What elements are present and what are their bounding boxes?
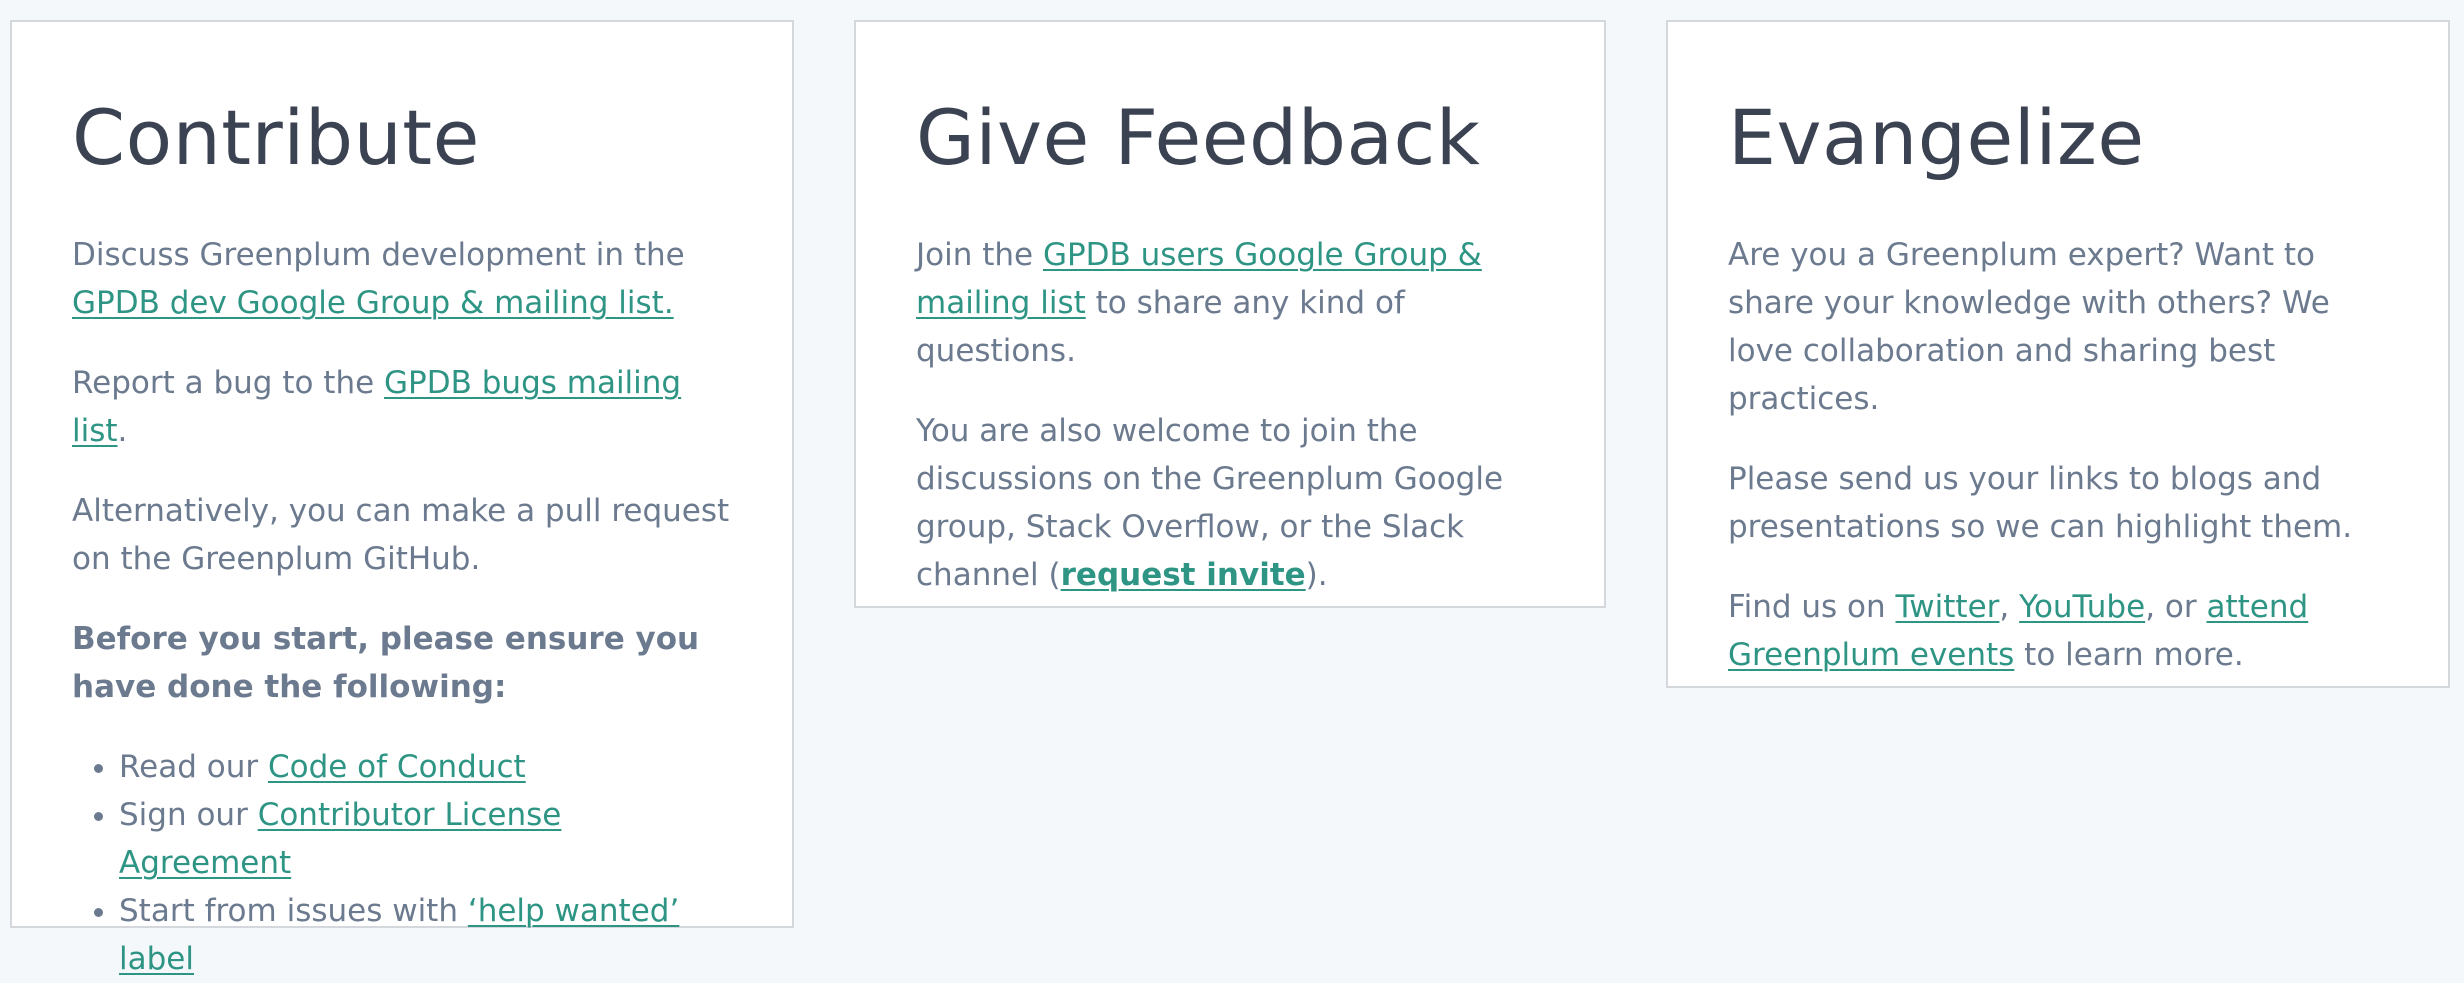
- contribute-card: Contribute Discuss Greenplum development…: [10, 20, 794, 977]
- evangelize-card: Evangelize Are you a Greenplum expert? W…: [1666, 20, 2450, 688]
- twitter-link[interactable]: Twitter: [1896, 589, 2000, 625]
- evangelize-expert-paragraph: Are you a Greenplum expert? Want to shar…: [1728, 237, 2330, 418]
- feedback-card: Give Feedback Join the GPDB users Google…: [854, 20, 1606, 608]
- code-of-conduct-link[interactable]: Code of Conduct: [268, 749, 526, 785]
- contribute-bug-tail: .: [117, 413, 128, 450]
- find-us-separator: , or: [2145, 589, 2207, 626]
- gpdb-dev-group-link[interactable]: GPDB dev Google Group & mailing list.: [72, 285, 674, 321]
- feedback-join-paragraph: Join the GPDB users Google Group & maili…: [916, 231, 1544, 375]
- find-us-separator: ,: [1999, 589, 2020, 626]
- feedback-join-text: Join the: [916, 237, 1043, 274]
- contribute-title: Contribute: [72, 93, 480, 182]
- checklist-item-cla: Sign our Contributor License Agreement: [119, 791, 732, 887]
- checklist-item-code-of-conduct: Read our Code of Conduct: [119, 743, 732, 791]
- youtube-link[interactable]: YouTube: [2019, 589, 2145, 625]
- contribute-before-start-note: Before you start, please ensure you have…: [72, 621, 700, 706]
- contribute-discuss-paragraph: Discuss Greenplum development in the GPD…: [72, 231, 732, 327]
- contribute-pull-request-paragraph: Alternatively, you can make a pull reque…: [72, 493, 730, 578]
- checklist-item-text: Read our: [119, 749, 268, 786]
- feedback-discussions-paragraph: You are also welcome to join the discuss…: [916, 407, 1544, 599]
- find-us-text: Find us on: [1728, 589, 1896, 626]
- checklist-item-text: Sign our: [119, 797, 258, 834]
- evangelize-links-paragraph: Please send us your links to blogs and p…: [1728, 461, 2353, 546]
- feedback-title: Give Feedback: [916, 93, 1481, 182]
- evangelize-find-us-paragraph: Find us on Twitter, YouTube, or attend G…: [1728, 583, 2388, 679]
- evangelize-title: Evangelize: [1728, 93, 2145, 182]
- find-us-tail: to learn more.: [2014, 637, 2244, 674]
- feedback-discussions-tail: ).: [1305, 557, 1328, 594]
- contribute-bug-text: Report a bug to the: [72, 365, 385, 402]
- checklist-item-help-wanted: Start from issues with ‘help wanted’ lab…: [119, 887, 732, 983]
- contribute-checklist: Read our Code of Conduct Sign our Contri…: [72, 743, 732, 983]
- request-invite-link[interactable]: request invite: [1061, 557, 1306, 593]
- contribute-bug-paragraph: Report a bug to the GPDB bugs mailing li…: [72, 359, 732, 455]
- checklist-item-text: Start from issues with: [119, 893, 468, 930]
- contribute-discuss-text: Discuss Greenplum development in the: [72, 237, 685, 274]
